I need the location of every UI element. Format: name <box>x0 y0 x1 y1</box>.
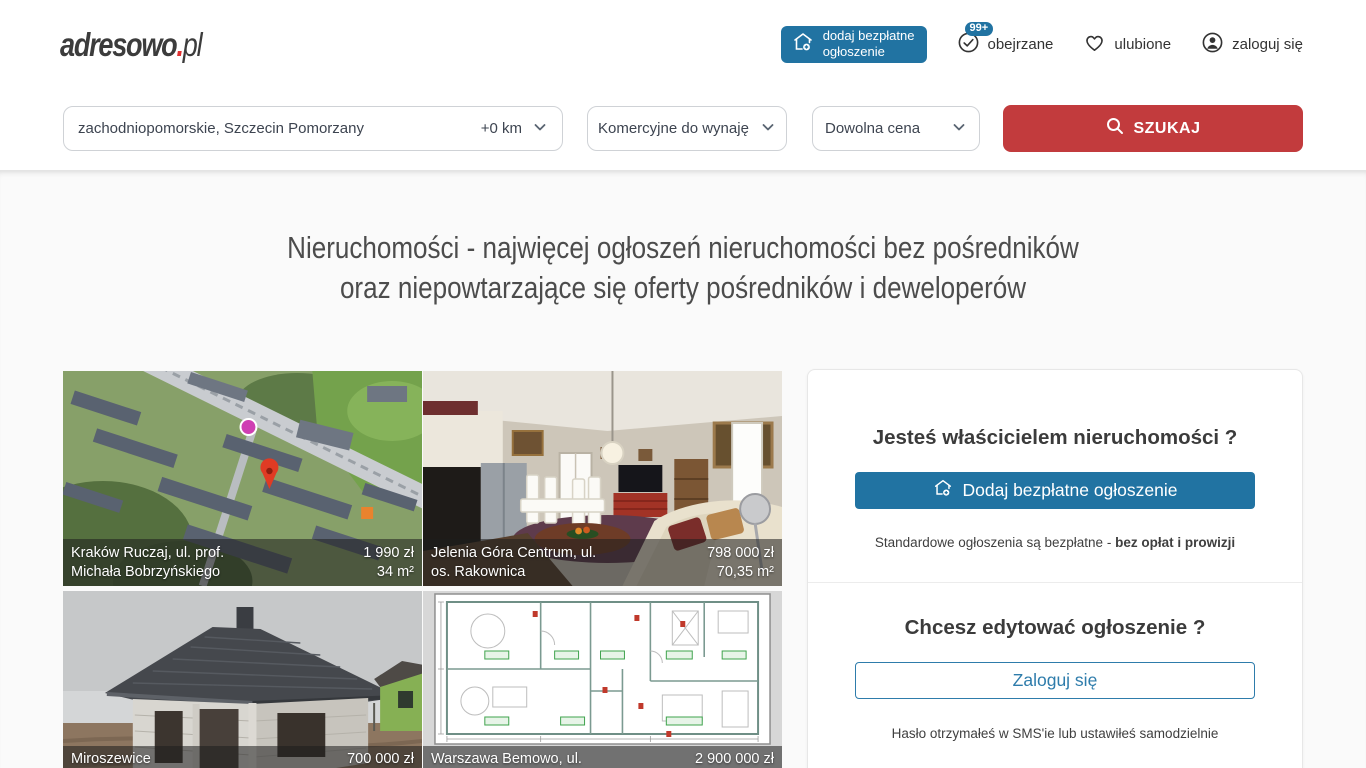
login-link[interactable]: zaloguj się <box>1201 31 1303 58</box>
search-bar: zachodniopomorskie, Szczecin Pomorzany +… <box>63 106 1303 152</box>
chevron-down-icon <box>760 119 776 139</box>
site-logo[interactable]: adresowo.pl <box>60 26 201 64</box>
viewed-link[interactable]: 99+ obejrzane <box>957 31 1054 58</box>
owner-heading: Jesteś właścicielem nieruchomości ? <box>808 426 1302 450</box>
sidebar-divider <box>808 582 1302 583</box>
listing-card-warszawa[interactable]: Warszawa Bemowo, ul. 2 900 000 zł <box>423 591 782 768</box>
listing-price-area: 2 900 000 zł <box>695 750 774 768</box>
viewed-count-badge: 99+ <box>965 22 994 36</box>
listing-title: Miroszewice <box>71 750 151 768</box>
house-plus-icon <box>932 477 954 504</box>
listing-card-krakow[interactable]: Kraków Ruczaj, ul. prof.Michała Bobrzyńs… <box>63 371 422 586</box>
edit-note: Hasło otrzymałeś w SMS'ie lub ustawiłeś … <box>808 726 1302 741</box>
page-title-line1: Nieruchomości - najwięcej ogłoszeń nieru… <box>109 228 1256 268</box>
category-value: Komercyjne do wynaję <box>598 120 760 137</box>
search-icon <box>1105 116 1125 141</box>
search-button[interactable]: SZUKAJ <box>1003 105 1303 152</box>
price-select[interactable]: Dowolna cena <box>812 106 980 151</box>
listing-price-area: 700 000 zł <box>347 750 414 768</box>
adresowo-homepage: adresowo.pl dodaj bezpłatneogłoszenie 99… <box>0 0 1366 768</box>
logo-tld: pl <box>183 26 202 63</box>
sidebar-add-listing-label: Dodaj bezpłatne ogłoszenie <box>962 480 1177 501</box>
listing-overlay: Kraków Ruczaj, ul. prof.Michała Bobrzyńs… <box>63 539 422 586</box>
user-circle-icon <box>1201 31 1224 58</box>
category-select[interactable]: Komercyjne do wynaję <box>587 106 787 151</box>
viewed-label: obejrzane <box>988 36 1054 53</box>
header: adresowo.pl dodaj bezpłatneogłoszenie 99… <box>0 0 1366 88</box>
chevron-down-icon <box>532 119 548 139</box>
edit-heading: Chcesz edytować ogłoszenie ? <box>808 616 1302 640</box>
location-value: zachodniopomorskie, Szczecin Pomorzany <box>78 120 481 137</box>
radius-value: +0 km <box>481 120 522 137</box>
listing-price-area: 1 990 zł34 m² <box>363 544 414 582</box>
house-construction-image <box>63 591 422 768</box>
search-button-label: SZUKAJ <box>1133 120 1200 138</box>
listing-overlay: Warszawa Bemowo, ul. 2 900 000 zł <box>423 746 782 768</box>
add-listing-button[interactable]: dodaj bezpłatneogłoszenie <box>781 26 927 63</box>
floor-plan-image <box>423 591 782 768</box>
location-input[interactable]: zachodniopomorskie, Szczecin Pomorzany +… <box>63 106 563 151</box>
favorites-link[interactable]: ulubione <box>1083 31 1171 58</box>
header-actions: dodaj bezpłatneogłoszenie 99+ obejrzane <box>781 0 1303 88</box>
owner-panel: Jesteś właścicielem nieruchomości ? Doda… <box>807 369 1303 768</box>
listing-price-area: 798 000 zł70,35 m² <box>707 544 774 582</box>
sidebar-login-button[interactable]: Zaloguj się <box>855 662 1255 699</box>
page-title-line2: oraz niepowtarzające się oferty pośredni… <box>109 268 1256 308</box>
house-plus-icon <box>791 30 815 58</box>
add-listing-label: dodaj bezpłatneogłoszenie <box>823 28 915 61</box>
favorites-label: ulubione <box>1114 36 1171 53</box>
listing-overlay: Miroszewice 700 000 zł <box>63 746 422 768</box>
listing-title: Warszawa Bemowo, ul. <box>431 750 582 768</box>
sidebar-add-listing-button[interactable]: Dodaj bezpłatne ogłoszenie <box>855 472 1255 509</box>
login-label: zaloguj się <box>1232 36 1303 53</box>
logo-name: adresowo <box>60 26 176 63</box>
chevron-down-icon <box>951 119 967 139</box>
listing-card-miroszewice[interactable]: Miroszewice 700 000 zł <box>63 591 422 768</box>
listing-title: Jelenia Góra Centrum, ul.os. Rakownica <box>431 544 596 582</box>
price-value: Dowolna cena <box>825 120 951 137</box>
listing-title: Kraków Ruczaj, ul. prof.Michała Bobrzyńs… <box>71 544 224 582</box>
listing-card-jelenia-gora[interactable]: Jelenia Góra Centrum, ul.os. Rakownica 7… <box>423 371 782 586</box>
page-title: Nieruchomości - najwięcej ogłoszeń nieru… <box>0 228 1366 308</box>
heart-icon <box>1083 31 1106 58</box>
listing-overlay: Jelenia Góra Centrum, ul.os. Rakownica 7… <box>423 539 782 586</box>
owner-note: Standardowe ogłoszenia są bezpłatne - be… <box>808 535 1302 550</box>
